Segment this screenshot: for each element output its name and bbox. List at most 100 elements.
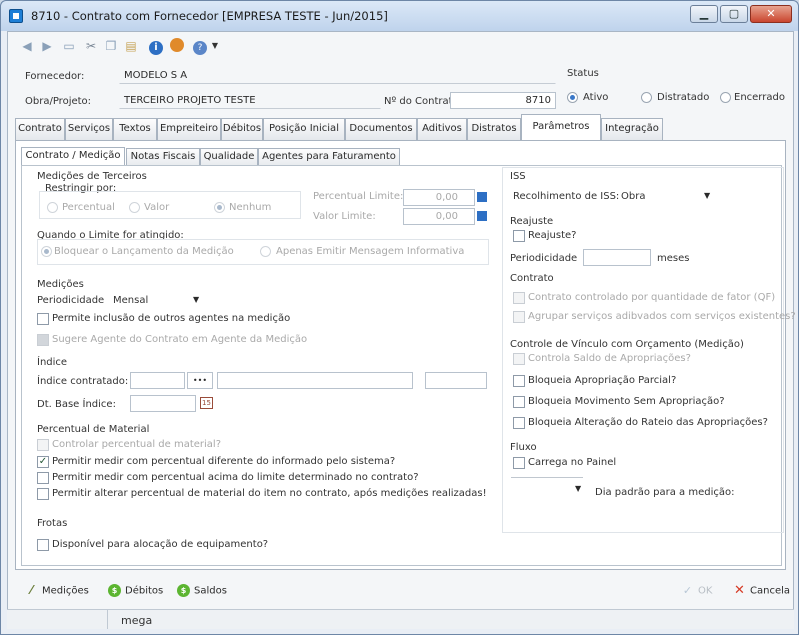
tab-aditivos[interactable]: Aditivos [417,118,467,140]
percentual-limite-field[interactable]: 0,00 [403,189,475,206]
app-window: 8710 - Contrato com Fornecedor [EMPRESA … [0,0,799,635]
agrupar-servicos-label: Agrupar serviços adibvados com serviços … [528,311,796,322]
status-label: Status [567,68,599,79]
back-icon[interactable]: ◀ [19,38,35,54]
indice-extra-field[interactable] [425,372,487,389]
reajuste-label: Reajuste? [528,230,577,241]
dropdown-arrow-icon[interactable]: ▼ [207,38,223,54]
recolhimento-label: Recolhimento de ISS: [513,191,620,202]
permitir-alterar-label: Permitir alterar percentual de material … [52,488,487,499]
chevron-down-icon[interactable]: ▼ [704,191,710,200]
permitir-acima-checkbox[interactable] [37,472,49,484]
restringir-percentual-radio[interactable] [47,202,58,213]
maximize-button[interactable]: ▢ [720,5,748,23]
reajuste-periodicidade-field[interactable] [583,249,651,266]
new-icon[interactable]: ▭ [61,38,77,54]
minimize-button[interactable]: ▁ [690,5,718,23]
close-button[interactable]: ✕ [750,5,792,23]
indice-contratado-field[interactable] [130,372,185,389]
obra-label: Obra/Projeto: [25,96,92,107]
ok-button[interactable]: ✓ OK [681,584,713,597]
agrupar-servicos-checkbox[interactable] [513,311,525,323]
subtab-qualidade[interactable]: Qualidade [200,148,258,166]
reajuste-checkbox[interactable] [513,230,525,242]
dt-base-field[interactable] [130,395,196,412]
valor-limite-field[interactable]: 0,00 [403,208,475,225]
forward-icon[interactable]: ▶ [39,38,55,54]
permitir-diferente-label: Permitir medir com percentual diferente … [52,456,396,467]
tab-parametros[interactable]: Parâmetros [521,114,601,140]
periodicidade-select[interactable]: Mensal [113,295,148,306]
debitos-icon: $ [108,584,121,597]
apenas-radio[interactable] [260,246,271,257]
subtab-contrato-medicao[interactable]: Contrato / Medição [21,147,125,166]
tab-servicos[interactable]: Serviços [65,118,113,140]
contrato-qf-checkbox[interactable] [513,292,525,304]
restringir-valor-radio[interactable] [129,202,140,213]
controla-saldo-checkbox[interactable] [513,353,525,365]
tab-documentos[interactable]: Documentos [345,118,417,140]
status-bar: mega [7,609,794,629]
app-icon [9,9,23,23]
calculator-icon[interactable] [477,192,487,202]
subtab-notas-fiscais[interactable]: Notas Fiscais [126,148,200,166]
status-encerrado-radio[interactable] [720,92,731,103]
permitir-alterar-checkbox[interactable] [37,488,49,500]
debitos-button[interactable]: $ Débitos [108,584,163,597]
cut-icon[interactable]: ✂ [83,38,99,54]
paste-icon[interactable]: ▤ [123,38,139,54]
contrato-number-field[interactable]: 8710 [450,92,556,109]
disponivel-checkbox[interactable] [37,539,49,551]
fornecedor-label: Fornecedor: [25,71,85,82]
bloqueia-rateio-label: Bloqueia Alteração do Rateio das Apropri… [528,417,768,428]
info-icon[interactable]: i [148,38,164,55]
tab-contrato[interactable]: Contrato [15,118,65,140]
controlar-material-checkbox[interactable] [37,439,49,451]
user-icon[interactable] [169,38,185,54]
tab-integracao[interactable]: Integração [601,118,663,140]
tab-distratos[interactable]: Distratos [467,118,521,140]
permitir-diferente-checkbox[interactable]: ✓ [37,456,49,468]
indice-contratado-label: Índice contratado: [37,376,129,387]
saldos-button[interactable]: $ Saldos [177,584,227,597]
permitir-acima-label: Permitir medir com percentual acima do l… [52,472,419,483]
tab-debitos[interactable]: Débitos [221,118,263,140]
bloqueia-parcial-checkbox[interactable] [513,375,525,387]
restringir-nenhum-radio[interactable] [214,202,225,213]
x-icon: ✕ [734,583,745,598]
tab-posicao-inicial[interactable]: Posição Inicial [263,118,345,140]
help-icon[interactable]: ? [192,38,208,55]
fornecedor-field[interactable]: MODELO S A [119,67,556,84]
calendar-icon[interactable]: 15 [200,397,213,409]
subtab-agentes-faturamento[interactable]: Agentes para Faturamento [258,148,400,166]
bloquear-radio[interactable] [41,246,52,257]
copy-icon[interactable]: ❐ [103,38,119,54]
chevron-down-icon[interactable]: ▼ [193,295,199,304]
medicoes-button[interactable]: ⁄ Medições [25,584,89,597]
chevron-down-icon[interactable]: ▼ [575,484,581,493]
calculator-icon[interactable] [477,211,487,221]
indice-descricao-field[interactable] [217,372,413,389]
restringir-percentual-label: Percentual [62,202,115,213]
frotas-title: Frotas [37,518,68,529]
tab-empreiteiro[interactable]: Empreiteiro [157,118,221,140]
bloqueia-rateio-checkbox[interactable] [513,417,525,429]
sugere-checkbox[interactable] [37,334,49,346]
title-bar: 8710 - Contrato com Fornecedor [EMPRESA … [1,1,798,31]
bloqueia-movimento-checkbox[interactable] [513,396,525,408]
permite-checkbox[interactable] [37,313,49,325]
obra-field[interactable]: TERCEIRO PROJETO TESTE [119,92,381,109]
periodicidade-label: Periodicidade [37,295,105,306]
status-ativo-radio[interactable] [567,92,578,103]
ellipsis-button[interactable]: ••• [187,372,213,389]
saldos-icon: $ [177,584,190,597]
cancela-button[interactable]: ✕ Cancela [733,584,790,597]
recolhimento-select[interactable]: Obra [621,191,645,202]
medicoes-button-label: Medições [42,585,89,597]
status-distratado-radio[interactable] [641,92,652,103]
carrega-painel-checkbox[interactable] [513,457,525,469]
terceiros-title: Medições de Terceiros [37,171,147,182]
restringir-nenhum-label: Nenhum [229,202,272,213]
tab-textos[interactable]: Textos [113,118,157,140]
dia-padrao-select[interactable] [511,477,583,478]
